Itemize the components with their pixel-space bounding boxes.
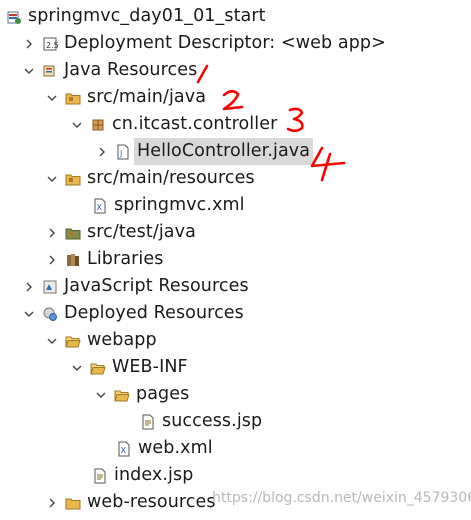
tree-label: HelloController.java xyxy=(134,138,314,165)
tree-label: src/main/resources xyxy=(87,168,255,188)
tree-item-src-main-java[interactable]: src/main/java xyxy=(45,84,206,111)
tree-item-web-resources[interactable]: web-resources xyxy=(45,489,216,516)
tree-item-web-inf[interactable]: WEB-INF xyxy=(70,354,188,381)
tree-label: webapp xyxy=(87,330,157,350)
tree-label: index.jsp xyxy=(114,465,194,485)
jsp-file-icon xyxy=(140,414,156,430)
chevron-right-icon[interactable] xyxy=(45,496,59,510)
xml-file-icon: X xyxy=(92,198,108,214)
tree-label: success.jsp xyxy=(162,411,263,431)
package-icon xyxy=(90,117,106,133)
chevron-right-icon[interactable] xyxy=(95,145,109,159)
source-folder-icon xyxy=(65,90,81,106)
tree-item-javascript-resources[interactable]: JavaScript Resources xyxy=(22,273,249,300)
svg-text:2.5: 2.5 xyxy=(46,41,58,50)
chevron-right-icon[interactable] xyxy=(45,226,59,240)
tree-label: Libraries xyxy=(87,249,164,269)
library-icon xyxy=(65,252,81,268)
chevron-down-icon[interactable] xyxy=(45,334,59,348)
tree-item-java-resources[interactable]: Java Resources xyxy=(22,57,197,84)
chevron-down-icon[interactable] xyxy=(22,64,36,78)
project-explorer-tree: springmvc_day01_01_start 2.5 Deployment … xyxy=(0,0,471,520)
chevron-right-icon[interactable] xyxy=(45,253,59,267)
tree-label: web.xml xyxy=(138,438,213,458)
svg-text:J: J xyxy=(119,149,122,158)
watermark: https://blog.csdn.net/weixin_45793065 xyxy=(212,490,471,506)
tree-item-web-xml[interactable]: X web.xml xyxy=(96,435,213,462)
tree-item-webapp[interactable]: webapp xyxy=(45,327,157,354)
folder-open-icon xyxy=(90,360,106,376)
tree-item-hello-controller[interactable]: J HelloController.java xyxy=(95,138,314,165)
tree-label: Java Resources xyxy=(64,60,198,80)
chevron-right-icon[interactable] xyxy=(22,280,36,294)
tree-label: springmvc_day01_01_start xyxy=(28,6,266,26)
tree-item-pages[interactable]: pages xyxy=(94,381,189,408)
deployment-descriptor-icon: 2.5 xyxy=(42,36,58,52)
tree-label: WEB-INF xyxy=(112,357,188,377)
folder-open-icon xyxy=(65,333,81,349)
tree-label: JavaScript Resources xyxy=(64,276,249,296)
chevron-right-icon[interactable] xyxy=(22,37,36,51)
xml-file-icon: X xyxy=(116,441,132,457)
folder-icon xyxy=(65,495,81,511)
source-folder-icon xyxy=(65,171,81,187)
jsp-file-icon xyxy=(92,468,108,484)
chevron-down-icon[interactable] xyxy=(22,307,36,321)
chevron-down-icon[interactable] xyxy=(70,361,84,375)
chevron-down-icon[interactable] xyxy=(70,118,84,132)
deployed-resources-icon xyxy=(42,306,58,322)
tree-item-index-jsp[interactable]: index.jsp xyxy=(72,462,193,489)
tree-item-deployment-descriptor[interactable]: 2.5 Deployment Descriptor: <web app> xyxy=(22,30,386,57)
tree-label: Deployed Resources xyxy=(64,303,244,323)
tree-label: cn.itcast.controller xyxy=(112,114,278,134)
tree-item-src-test-java[interactable]: src/test/java xyxy=(45,219,196,246)
java-resources-icon xyxy=(42,63,58,79)
chevron-down-icon[interactable] xyxy=(45,91,59,105)
chevron-down-icon[interactable] xyxy=(45,172,59,186)
tree-label: src/main/java xyxy=(87,87,207,107)
source-folder-icon xyxy=(65,225,81,241)
tree-item-project[interactable]: springmvc_day01_01_start xyxy=(0,3,266,30)
tree-item-success-jsp[interactable]: success.jsp xyxy=(120,408,262,435)
tree-item-springmvc-xml[interactable]: X springmvc.xml xyxy=(72,192,245,219)
tree-label: Deployment Descriptor: <web app> xyxy=(64,33,386,53)
svg-text:X: X xyxy=(121,446,127,455)
tree-label: springmvc.xml xyxy=(114,195,245,215)
tree-label: src/test/java xyxy=(87,222,196,242)
folder-open-icon xyxy=(114,387,130,403)
java-file-icon: J xyxy=(115,144,131,160)
tree-item-package[interactable]: cn.itcast.controller xyxy=(70,111,277,138)
tree-label: web-resources xyxy=(87,492,216,512)
javascript-resources-icon xyxy=(42,279,58,295)
tree-item-deployed-resources[interactable]: Deployed Resources xyxy=(22,300,244,327)
tree-item-src-main-resources[interactable]: src/main/resources xyxy=(45,165,255,192)
chevron-down-icon[interactable] xyxy=(94,388,108,402)
tree-label: pages xyxy=(136,384,190,404)
svg-text:X: X xyxy=(97,203,103,212)
web-project-icon xyxy=(6,9,22,25)
tree-item-libraries[interactable]: Libraries xyxy=(45,246,163,273)
